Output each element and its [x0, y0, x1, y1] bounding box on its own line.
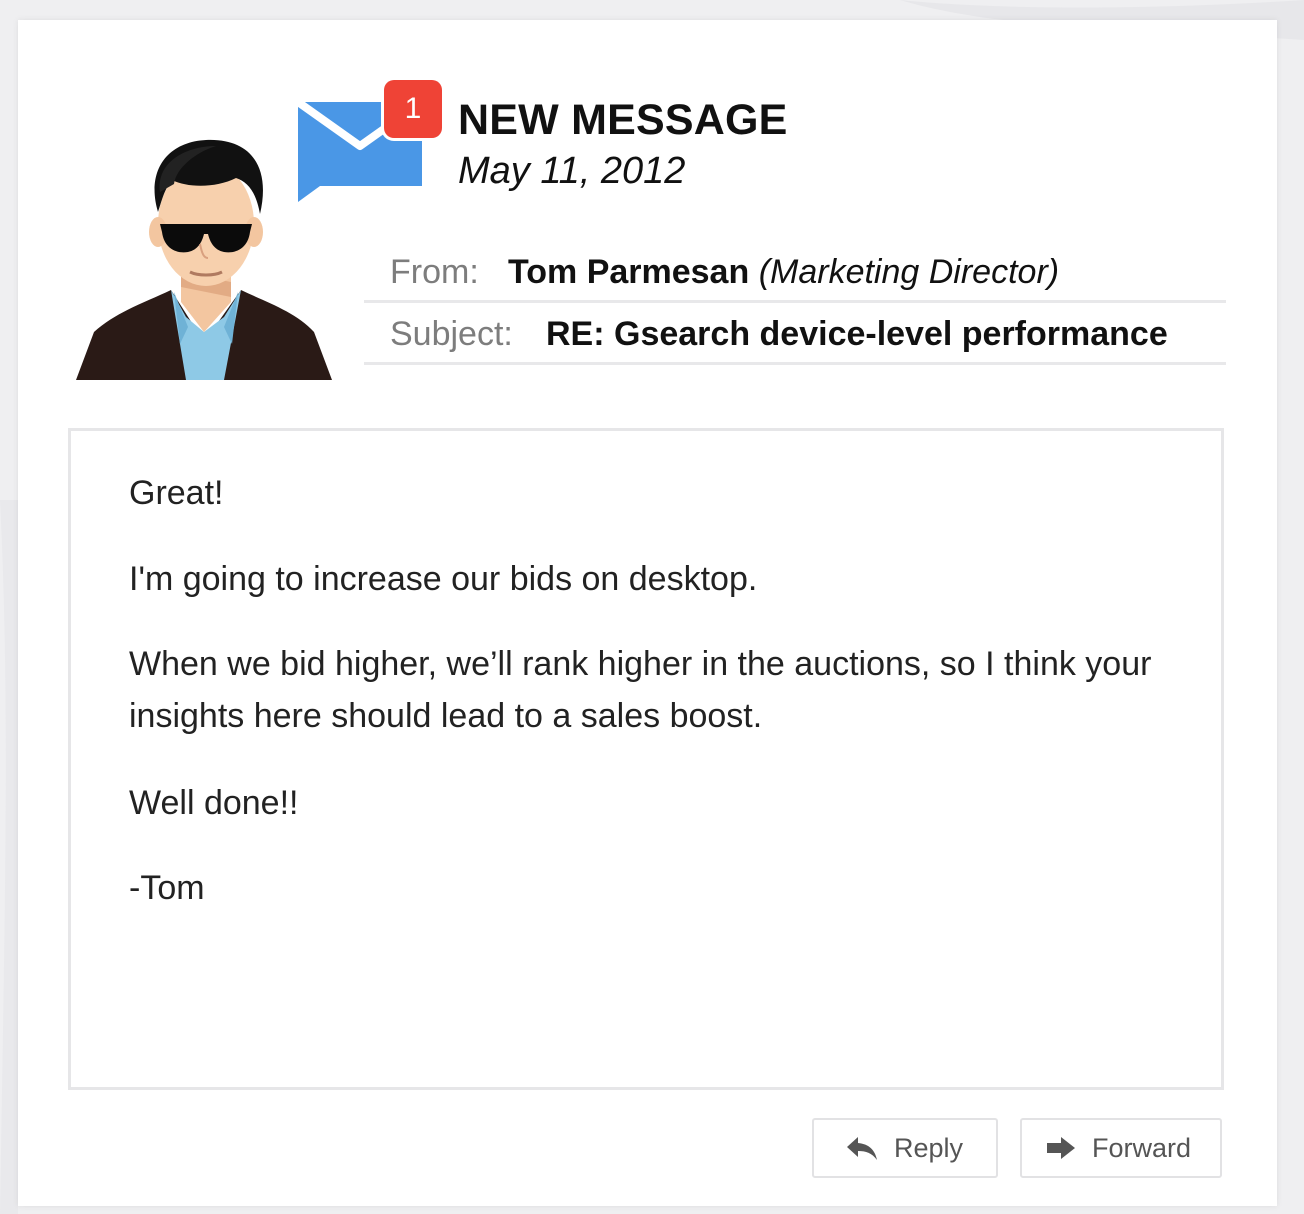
reply-button[interactable]: Reply [812, 1118, 998, 1178]
forward-label: Forward [1092, 1132, 1192, 1163]
subject-value: RE: Gsearch device-level performance [546, 315, 1168, 353]
sender-name: Tom Parmesan [508, 253, 750, 291]
body-paragraph: Well done!! [129, 784, 299, 822]
forward-arrow-icon [1047, 1137, 1075, 1159]
reply-arrow-icon [847, 1137, 877, 1160]
from-label: From: [390, 253, 479, 291]
sender-role: (Marketing Director) [758, 253, 1060, 291]
unread-count-badge: 1 [384, 80, 442, 138]
subject-label: Subject: [390, 315, 513, 353]
body-signature: -Tom [129, 869, 205, 907]
message-date: May 11, 2012 [458, 150, 686, 192]
reply-label: Reply [894, 1132, 964, 1163]
sender: Tom Parmesan (Marketing Director) [508, 253, 1059, 292]
page-title: NEW MESSAGE [458, 96, 788, 144]
message-card: 1 NEW MESSAGE May 11, 2012 From: Tom Par… [18, 20, 1277, 1206]
from-row: From: Tom Parmesan (Marketing Director) [364, 238, 1226, 303]
message-body: Great! I'm going to increase our bids on… [68, 428, 1224, 1090]
person-avatar-icon [76, 139, 332, 380]
body-paragraph: Great! [129, 474, 224, 512]
subject-row: Subject: RE: Gsearch device-level perfor… [364, 300, 1226, 365]
forward-button[interactable]: Forward [1020, 1118, 1222, 1178]
body-paragraph: When we bid higher, we’ll rank higher in… [129, 645, 1152, 735]
body-paragraph: I'm going to increase our bids on deskto… [129, 560, 758, 598]
